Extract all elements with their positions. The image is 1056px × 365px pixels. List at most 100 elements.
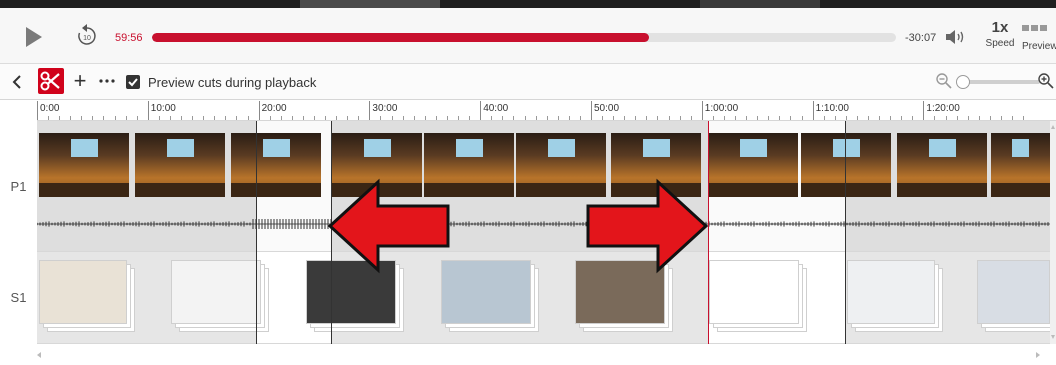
- volume-button[interactable]: [944, 28, 968, 46]
- ruler-major-tick: [258, 101, 260, 120]
- track-label-s1: S1: [0, 252, 37, 344]
- ruler-minor-tick: [546, 116, 548, 120]
- cut-marker[interactable]: [845, 121, 846, 344]
- track-label-p1: P1: [0, 121, 37, 252]
- slide-thumbnail[interactable]: [39, 260, 127, 324]
- player-controls: 10 59:56 -30:07 1x Speed Preview: [0, 8, 1056, 64]
- audio-waveform: [37, 219, 1050, 229]
- ruler-minor-tick: [114, 116, 116, 120]
- more-icon: [99, 79, 115, 83]
- ruler-minor-tick: [1012, 116, 1014, 120]
- ruler-minor-tick: [535, 116, 537, 120]
- ruler-minor-tick: [524, 116, 526, 120]
- ruler-minor-tick: [712, 116, 714, 120]
- ruler-minor-tick: [435, 116, 437, 120]
- ruler-major-tick: [923, 101, 925, 120]
- ruler-minor-tick: [1023, 116, 1025, 120]
- slide-thumbnail[interactable]: [977, 260, 1050, 324]
- ruler-minor-tick: [59, 116, 61, 120]
- ruler-minor-tick: [723, 116, 725, 120]
- ruler-label: 1:00:00: [704, 103, 739, 114]
- slide-thumbnail[interactable]: [847, 260, 935, 324]
- ruler-major-tick: [812, 101, 814, 120]
- slide-thumbnail[interactable]: [441, 260, 531, 324]
- arrow-left-icon: [327, 178, 450, 274]
- more-button[interactable]: [97, 71, 117, 91]
- ruler-label: 50:00: [594, 103, 620, 114]
- ruler-minor-tick: [790, 116, 792, 120]
- ruler-minor-tick: [391, 116, 393, 120]
- ruler-minor-tick: [247, 116, 249, 120]
- ruler-minor-tick: [48, 116, 50, 120]
- ruler-minor-tick: [568, 116, 570, 120]
- preview-cuts-checkbox[interactable]: [126, 75, 140, 89]
- cut-marker[interactable]: [256, 121, 257, 344]
- cut-tool-button[interactable]: [38, 68, 64, 94]
- progress-bar[interactable]: [152, 33, 896, 42]
- ruler-minor-tick: [779, 116, 781, 120]
- ruler-minor-tick: [690, 116, 692, 120]
- vertical-scrollbar[interactable]: [1050, 121, 1056, 344]
- svg-text:10: 10: [83, 35, 91, 42]
- zoom-out-button[interactable]: [935, 72, 953, 90]
- ruler-major-tick: [701, 101, 703, 120]
- arrow-right-icon: [586, 178, 709, 274]
- ruler-minor-tick: [203, 116, 205, 120]
- video-thumbnail: [231, 133, 321, 197]
- ruler-major-tick: [147, 101, 149, 120]
- ruler-minor-tick: [879, 116, 881, 120]
- ruler-minor-tick: [192, 116, 194, 120]
- video-thumbnail: [991, 133, 1050, 197]
- zoom-slider[interactable]: [956, 75, 1040, 89]
- timeline-ruler[interactable]: 0:00 10:00 20:00 30:00 40:00 50:00 1:00:00 1:10…: [37, 101, 1056, 121]
- ruler-minor-tick: [845, 116, 847, 120]
- ruler-minor-tick: [967, 116, 969, 120]
- ruler-minor-tick: [757, 116, 759, 120]
- video-thumbnail: [39, 133, 129, 197]
- remaining-time: -30:07: [905, 32, 937, 44]
- ruler-minor-tick: [291, 116, 293, 120]
- collapse-button[interactable]: [10, 73, 24, 91]
- ruler-minor-tick: [358, 116, 360, 120]
- zoom-in-button[interactable]: [1037, 72, 1055, 90]
- video-track[interactable]: [37, 121, 1050, 252]
- ruler-minor-tick: [768, 116, 770, 120]
- ruler-major-tick: [37, 101, 38, 120]
- ruler-minor-tick: [169, 116, 171, 120]
- ruler-minor-tick: [801, 116, 803, 120]
- ruler-minor-tick: [613, 116, 615, 120]
- ruler-minor-tick: [413, 116, 415, 120]
- slides-track[interactable]: [37, 252, 1056, 344]
- ruler-minor-tick: [513, 116, 515, 120]
- ruler-minor-tick: [158, 116, 160, 120]
- speed-button[interactable]: 1x Speed: [982, 19, 1018, 49]
- ruler-minor-tick: [347, 116, 349, 120]
- plus-icon: +: [73, 68, 87, 93]
- rewind-10-button[interactable]: 10: [76, 23, 98, 47]
- add-button[interactable]: +: [70, 70, 90, 92]
- horizontal-scrollbar[interactable]: [0, 345, 1056, 365]
- ruler-minor-tick: [624, 116, 626, 120]
- ruler-minor-tick: [458, 116, 460, 120]
- ruler-label: 1:20:00: [926, 103, 960, 114]
- ruler-label: 40:00: [483, 103, 509, 114]
- ruler-minor-tick: [557, 116, 559, 120]
- ruler-minor-tick: [336, 116, 338, 120]
- zoom-slider-handle[interactable]: [956, 75, 970, 89]
- ruler-minor-tick: [856, 116, 858, 120]
- ruler-major-tick: [591, 101, 592, 120]
- preview-button[interactable]: Preview: [1022, 19, 1056, 52]
- ruler-minor-tick: [989, 116, 991, 120]
- ruler-minor-tick: [735, 116, 737, 120]
- play-button[interactable]: [24, 26, 44, 48]
- ruler-minor-tick: [269, 116, 271, 120]
- ruler-minor-tick: [746, 116, 748, 120]
- check-icon: [128, 78, 138, 87]
- ruler-minor-tick: [934, 116, 936, 120]
- preview-cuts-label: Preview cuts during playback: [148, 75, 317, 90]
- slide-thumbnail[interactable]: [709, 260, 799, 324]
- rewind-10-icon: 10: [78, 24, 96, 45]
- slide-thumbnail[interactable]: [171, 260, 261, 324]
- ruler-minor-tick: [901, 116, 903, 120]
- preview-label: Preview: [1022, 41, 1056, 52]
